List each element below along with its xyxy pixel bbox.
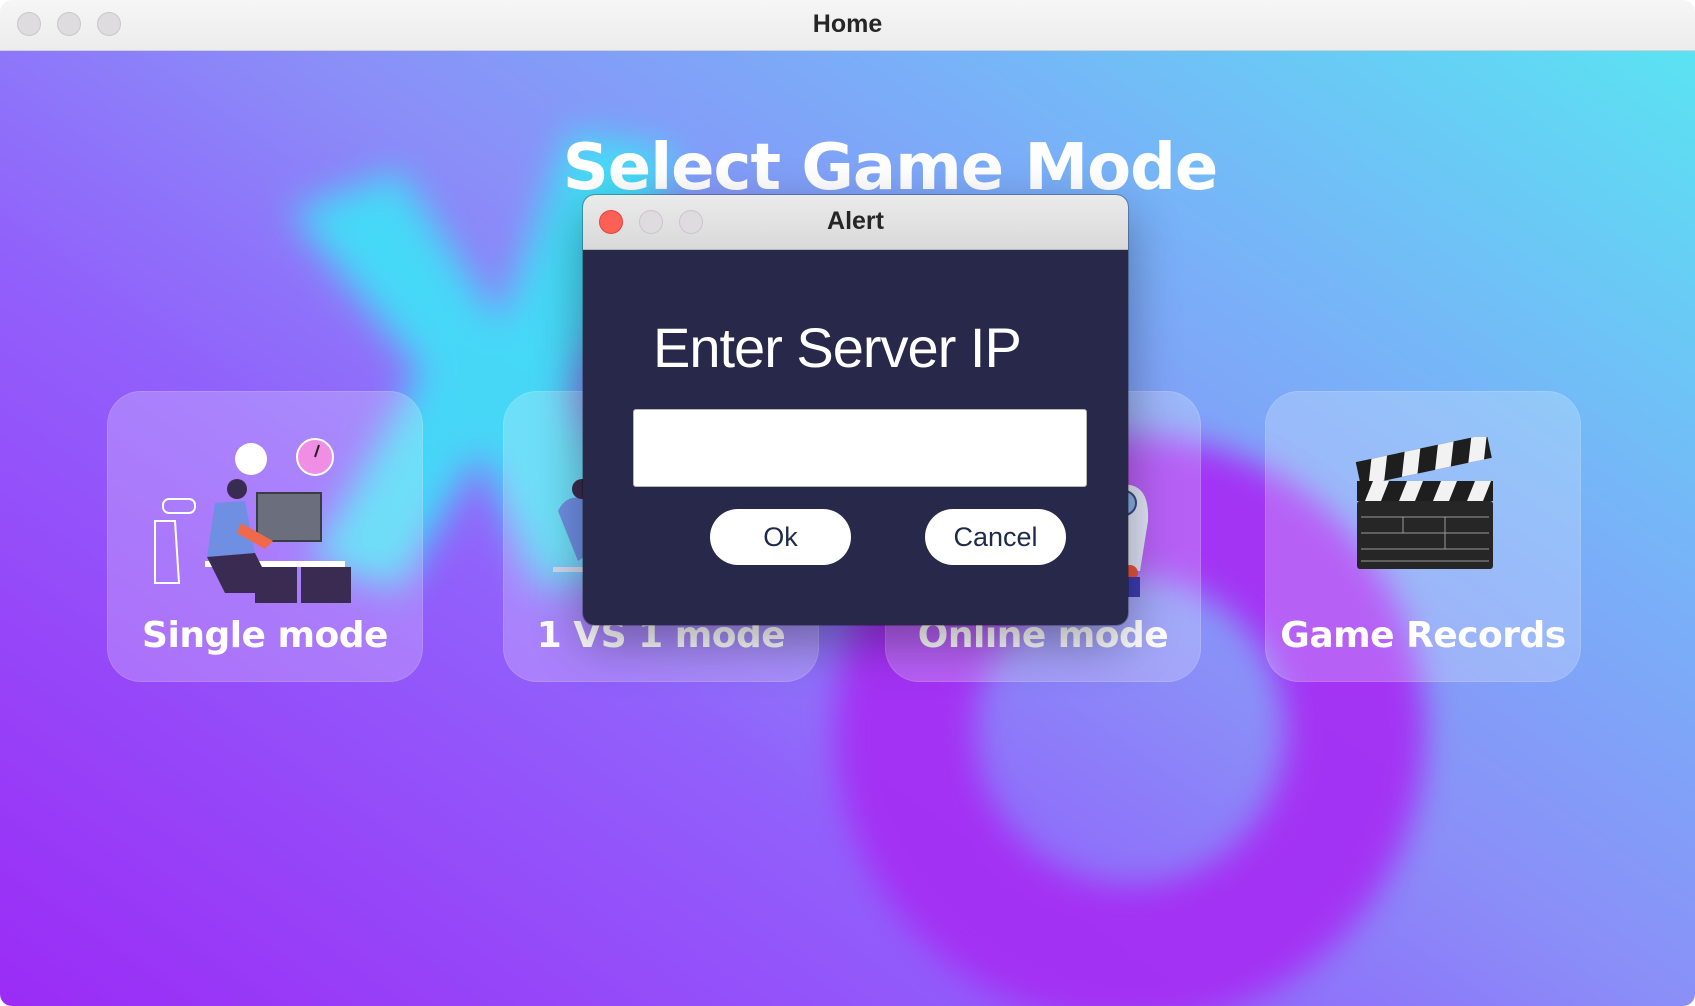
alert-dialog: Alert Enter Server IP Ok Cancel <box>583 195 1128 625</box>
ok-button[interactable]: Ok <box>710 509 851 565</box>
cancel-button[interactable]: Cancel <box>925 509 1066 565</box>
alert-title: Alert <box>827 207 884 235</box>
window-title-bar: Home <box>0 0 1695 51</box>
server-ip-input[interactable] <box>633 409 1087 487</box>
window-title: Home <box>812 10 883 38</box>
single-mode-card[interactable]: Single mode <box>107 391 423 682</box>
game-records-label: Game Records <box>1280 615 1566 656</box>
single-mode-label: Single mode <box>142 615 388 656</box>
alert-title-bar: Alert <box>583 195 1128 250</box>
game-records-card[interactable]: Game Records <box>1265 391 1581 682</box>
screen-title: Select Game Mode <box>562 131 1219 205</box>
server-ip-prompt: Enter Server IP <box>653 316 1022 379</box>
clapperboard-icon <box>1355 437 1493 569</box>
person-at-computer-icon <box>154 438 351 603</box>
